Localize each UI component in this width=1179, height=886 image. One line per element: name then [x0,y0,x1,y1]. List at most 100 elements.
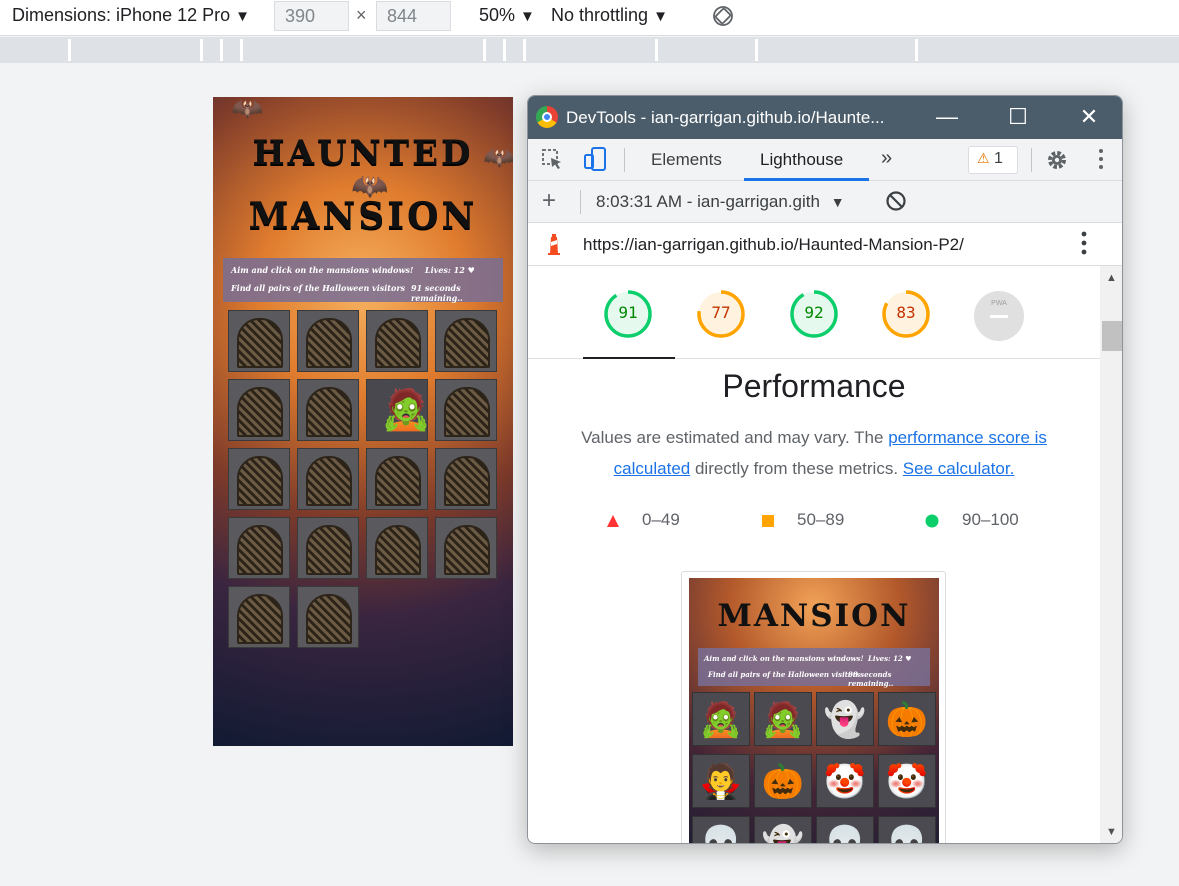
score-gauge-performance[interactable]: 91 [602,288,654,340]
scrollbar-thumb[interactable] [1102,321,1122,351]
door-card[interactable] [435,517,497,579]
scroll-up-icon[interactable]: ▲ [1106,272,1117,284]
game-info-panel: Aim and click on the mansions windows! L… [223,258,503,303]
devtools-window: DevTools - ian-garrigan.github.io/Haunte… [527,95,1123,844]
ruler-divider [68,39,71,61]
close-button[interactable]: ✕ [1074,104,1104,130]
lighthouse-toolbar: + 8:03:31 AM - ian-garrigan.gith ▼ [528,181,1122,223]
minimize-button[interactable]: — [932,104,962,130]
report-selector[interactable]: 8:03:31 AM - ian-garrigan.gith ▼ [596,192,845,212]
score-gauge-seo[interactable]: 83 [880,288,932,340]
clear-reports-icon[interactable] [885,190,907,218]
door-card[interactable] [297,517,359,579]
door-card[interactable] [228,379,290,441]
door-card[interactable] [435,379,497,441]
gauge-score-value: 92 [804,303,824,322]
door-card[interactable] [366,448,428,510]
throttling-dropdown[interactable]: No throttling ▼ [551,5,668,26]
door-card[interactable] [435,310,497,372]
door-card[interactable] [297,310,359,372]
door-card[interactable] [228,586,290,648]
door-icon [237,387,283,437]
report-url[interactable]: https://ian-garrigan.github.io/Haunted-M… [583,235,964,255]
door-icon [237,594,283,644]
ruler-divider [915,39,918,61]
ghost-icon: 👻 [754,816,812,843]
more-tabs-button[interactable]: » [881,147,892,170]
report-selector-label: 8:03:31 AM - ian-garrigan.gith [596,192,820,211]
instruction-text: Aim and click on the mansions windows! [231,265,414,275]
lighthouse-report: 91 77 92 83 PWA Performance Values are estim… [528,266,1100,843]
zoom-dropdown[interactable]: 50% ▼ [479,5,535,26]
section-title: Performance [722,368,906,404]
door-icon [306,594,352,644]
report-url-bar: https://ian-garrigan.github.io/Haunted-M… [528,223,1122,266]
toolbar-divider [624,148,625,172]
window-title: DevTools - ian-garrigan.github.io/Haunte… [566,108,885,127]
door-icon [444,318,490,368]
door-card[interactable] [297,586,359,648]
legend-range: 90–100 [962,510,1019,529]
ghost-icon: 👻 [816,692,874,746]
more-options-icon[interactable] [1097,146,1105,178]
pwa-badge-icon[interactable]: PWA [974,291,1024,341]
door-card[interactable] [435,448,497,510]
device-toolbar-icon[interactable] [583,146,607,178]
door-card[interactable] [366,310,428,372]
report-menu-icon[interactable] [1080,228,1088,264]
gauge-score-value: 83 [896,303,916,322]
square-icon [761,513,775,533]
inspect-element-icon[interactable] [540,147,564,177]
ruler-divider [655,39,658,61]
media-query-ruler[interactable] [0,37,1179,63]
door-card[interactable] [366,517,428,579]
final-screenshot[interactable]: MANSION Aim and click on the mansions wi… [681,571,946,843]
devtools-tabs-bar: Elements Lighthouse » ⚠ 1 [528,139,1122,181]
mummy-icon: 🧟 [692,692,750,746]
warnings-badge[interactable]: ⚠ 1 [968,146,1018,174]
jack-o-lantern-icon: 🎃 [754,754,812,808]
score-gauge-accessibility[interactable]: 77 [695,288,747,340]
scroll-down-icon[interactable]: ▼ [1106,826,1117,838]
tab-lighthouse[interactable]: Lighthouse [760,150,843,170]
score-gauge-best-practices[interactable]: 92 [788,288,840,340]
revealed-mummy-card[interactable]: 🧟 [366,379,431,441]
device-height-input[interactable]: 844 [376,1,451,31]
door-card[interactable] [297,448,359,510]
emulated-page[interactable]: 🦇 🦇 HAUNTED 🦇 MANSION Aim and click on t… [213,97,513,746]
door-icon [375,456,421,506]
ruler-divider [483,39,486,61]
performance-description: Values are estimated and may vary. The p… [548,422,1080,484]
lives-counter: Lives: 12 ♥ [425,265,475,275]
door-icon [375,318,421,368]
skeleton-icon: 💀 [878,816,936,843]
clown-icon: 🤡 [878,754,936,808]
goal-text: Find all pairs of the Halloween visitors [231,283,406,293]
door-card[interactable] [228,448,290,510]
zoom-label: 50% [479,5,516,25]
maximize-button[interactable]: ☐ [1003,104,1033,130]
legend-range: 50–89 [797,510,845,529]
door-icon [306,525,352,575]
device-dimensions-dropdown[interactable]: Dimensions: iPhone 12 Pro ▼ [12,5,250,26]
see-calculator-link[interactable]: See calculator. [903,459,1015,478]
device-toolbar: Dimensions: iPhone 12 Pro ▼ 390 × 844 50… [0,0,1179,36]
door-card[interactable] [228,517,290,579]
new-report-icon[interactable]: + [542,187,556,215]
report-scrollbar[interactable]: ▲ ▼ [1100,266,1122,843]
gear-icon[interactable] [1045,148,1069,178]
bat-icon: 🦇 [231,97,264,123]
pwa-dash [990,315,1008,318]
device-width-input[interactable]: 390 [274,1,349,31]
throttling-label: No throttling [551,5,649,25]
devtools-titlebar[interactable]: DevTools - ian-garrigan.github.io/Haunte… [528,96,1122,139]
mummy-icon: 🧟 [754,692,812,746]
door-icon [306,387,352,437]
selected-gauge-indicator [583,357,675,359]
tab-elements[interactable]: Elements [651,150,722,170]
door-card[interactable] [228,310,290,372]
screenshot-title: MANSION [717,598,911,634]
mummy-icon: 🧟 [381,388,431,432]
rotate-icon[interactable] [711,4,735,33]
door-card[interactable] [297,379,359,441]
